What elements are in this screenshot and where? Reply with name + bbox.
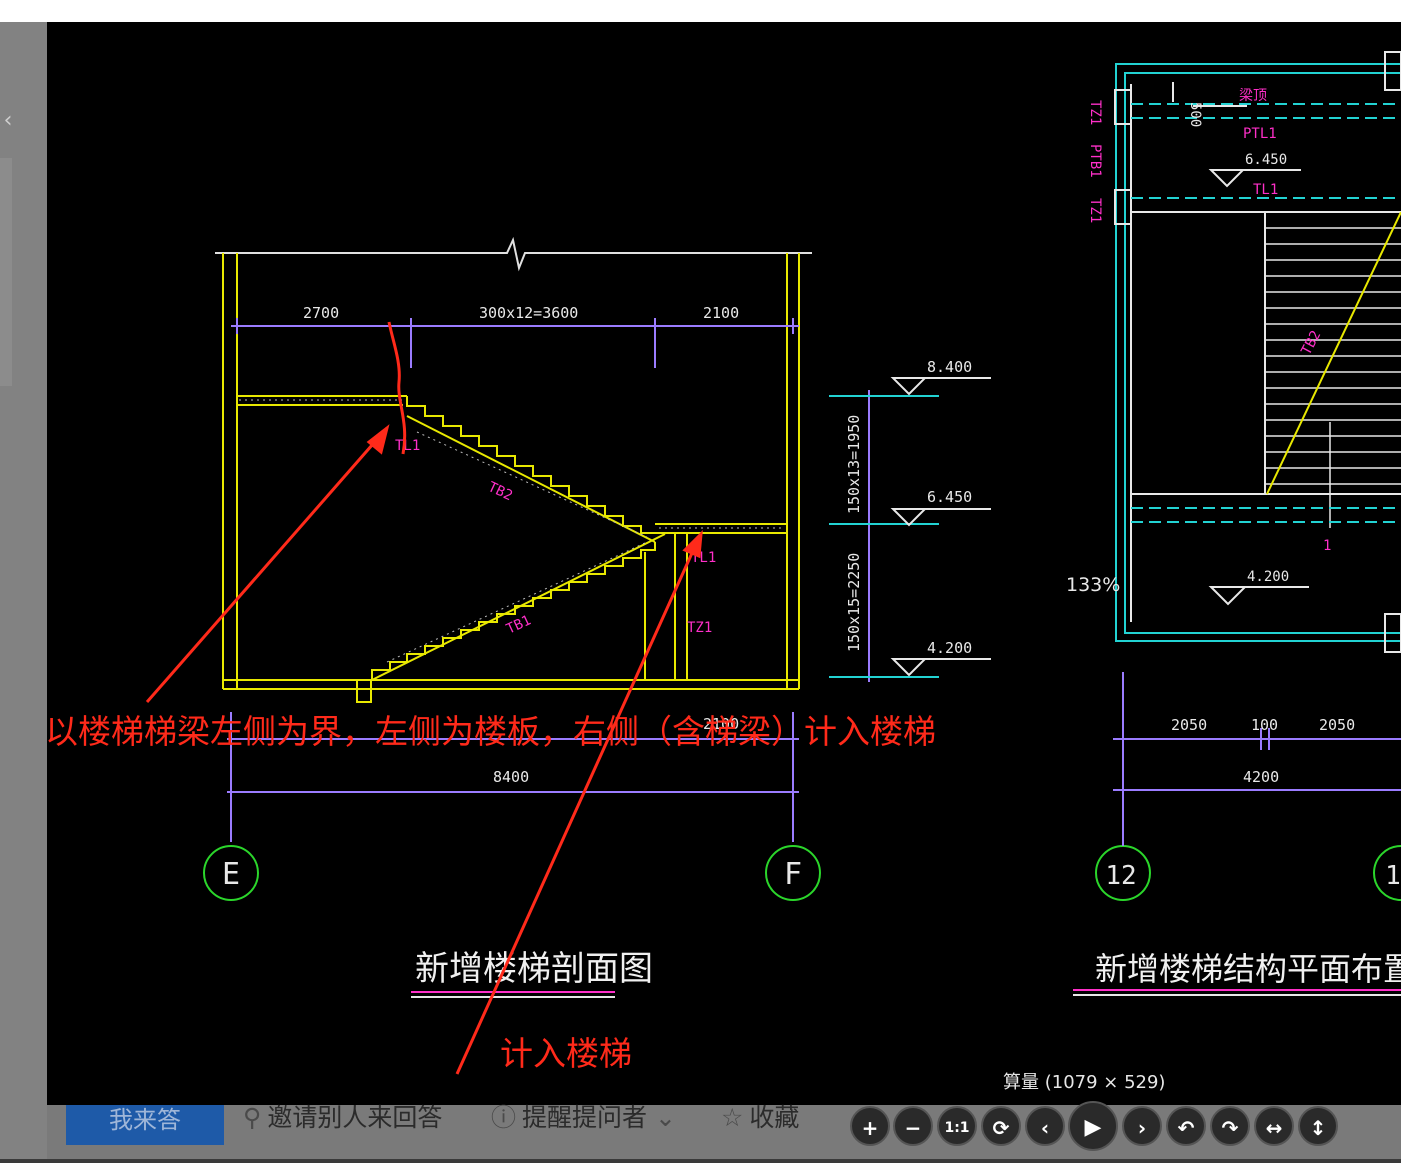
- remind-asker-link[interactable]: ⓘ 提醒提问者 ⌄: [491, 1105, 682, 1139]
- collect-link[interactable]: ☆ 收藏: [721, 1105, 799, 1139]
- prev-image-button[interactable]: ‹: [1025, 1106, 1065, 1146]
- elevation-texts: 8.400 6.450 4.200: [927, 358, 972, 657]
- chevron-down-icon: ⌄: [647, 1103, 676, 1132]
- plan-dimension-lines: [1113, 672, 1401, 846]
- next-image-button[interactable]: ›: [1122, 1106, 1162, 1146]
- elev-6450: 6.450: [927, 488, 972, 506]
- play-slideshow-button[interactable]: ▶: [1068, 1101, 1118, 1151]
- rotate-right-button[interactable]: ↷: [1210, 1106, 1250, 1146]
- plan-dimension-texts: 2050 100 2050 4200: [1171, 716, 1355, 786]
- elev-8400: 8.400: [927, 358, 972, 376]
- dim-2100-top: 2100: [703, 304, 739, 322]
- top-bar: [0, 0, 1401, 22]
- plan-dim-2050b: 2050: [1319, 716, 1355, 734]
- axis-12: 12: [1105, 861, 1136, 891]
- dim-2250: 150x15=2250: [845, 553, 863, 652]
- plan-label-1: 1: [1323, 538, 1331, 554]
- label-tl1: TL1: [395, 438, 420, 454]
- zoom-level: 133%: [1066, 574, 1121, 596]
- reset-button[interactable]: ⟳: [981, 1106, 1021, 1146]
- arrow-to-beam: [145, 427, 389, 703]
- cad-drawing: 2700 300x12=3600 2100 2100 8400 150x13=1…: [145, 51, 1401, 1075]
- background-page-strip: ‹: [0, 22, 47, 1163]
- axis-f: F: [784, 857, 802, 892]
- left-drawing-title: 新增楼梯剖面图: [415, 949, 653, 989]
- person-icon: ⚲: [243, 1103, 262, 1132]
- plan-elev-6450: 6.450: [1245, 152, 1287, 168]
- dim-2700: 2700: [303, 304, 339, 322]
- label-tb2: TB2: [485, 479, 515, 504]
- plan-label-ptb1: PTB1: [1087, 144, 1103, 178]
- actual-size-button[interactable]: 1:1: [937, 1106, 977, 1146]
- top-break-line: [215, 236, 812, 272]
- dim-3600: 300x12=3600: [479, 304, 578, 322]
- axis-e: E: [222, 857, 240, 892]
- plan-dim-2050a: 2050: [1171, 716, 1207, 734]
- plan-label-tb: TB2: [1298, 328, 1324, 358]
- dim-1950: 150x13=1950: [845, 415, 863, 514]
- rotate-left-button[interactable]: ↶: [1166, 1106, 1206, 1146]
- flip-horizontal-button[interactable]: ↔: [1254, 1106, 1294, 1146]
- plan-dim-4200: 4200: [1243, 768, 1279, 786]
- chevron-left-icon[interactable]: ‹: [0, 106, 16, 136]
- boundary-squiggle: [387, 321, 407, 455]
- image-caption: 算量 (1079 × 529): [1003, 1072, 1166, 1093]
- plan-label-liangshang: 梁顶: [1239, 88, 1267, 104]
- plan-steps: [1265, 227, 1401, 528]
- image-viewer[interactable]: 2700 300x12=3600 2100 2100 8400 150x13=1…: [47, 22, 1401, 1105]
- right-drawing-title: 新增楼梯结构平面布置图一: [1095, 950, 1401, 988]
- label-tb1: TB1: [504, 612, 534, 637]
- axis-labels: E F 12 1: [222, 857, 1401, 892]
- plan-dim-100: 100: [1251, 716, 1278, 734]
- plan-label-tz1a: TZ1: [1087, 100, 1103, 125]
- bottom-divider: [0, 1159, 1401, 1163]
- collect-label: 收藏: [749, 1103, 800, 1132]
- info-icon: ⓘ: [491, 1103, 517, 1132]
- annotation-main-text: 以楼梯梯梁左侧为界，左侧为楼板，右侧（含梯梁）计入楼梯: [47, 712, 936, 751]
- answer-button[interactable]: 我来答: [66, 1105, 224, 1145]
- invite-answer-link[interactable]: ⚲ 邀请别人来回答: [243, 1105, 442, 1139]
- background-panel: [0, 158, 12, 386]
- plan-structure: [1114, 51, 1401, 653]
- elevation-triangles: [890, 377, 991, 677]
- zoom-in-button[interactable]: +: [850, 1106, 890, 1146]
- remind-label: 提醒提问者: [522, 1103, 648, 1132]
- annotation-secondary-text: 计入楼梯: [500, 1034, 632, 1073]
- plan-dim-500: 500: [1187, 102, 1203, 127]
- plan-outline: [1115, 63, 1401, 642]
- axis-13: 1: [1385, 861, 1401, 891]
- invite-label: 邀请别人来回答: [267, 1103, 443, 1132]
- dim-8400: 8400: [493, 768, 529, 786]
- axis-circles: [203, 845, 1401, 901]
- plan-elev-4200: 4.200: [1247, 569, 1289, 585]
- plan-label-tl1: TL1: [1253, 182, 1278, 198]
- star-icon: ☆: [721, 1103, 744, 1132]
- label-tz1: TZ1: [687, 620, 712, 636]
- plan-label-tz1b: TZ1: [1087, 198, 1103, 223]
- plan-elevation-marks: [1172, 82, 1309, 606]
- elev-4200: 4.200: [927, 639, 972, 657]
- flip-vertical-button[interactable]: ↕: [1298, 1106, 1338, 1146]
- plan-label-ptl1: PTL1: [1243, 126, 1277, 142]
- zoom-out-button[interactable]: −: [893, 1106, 933, 1146]
